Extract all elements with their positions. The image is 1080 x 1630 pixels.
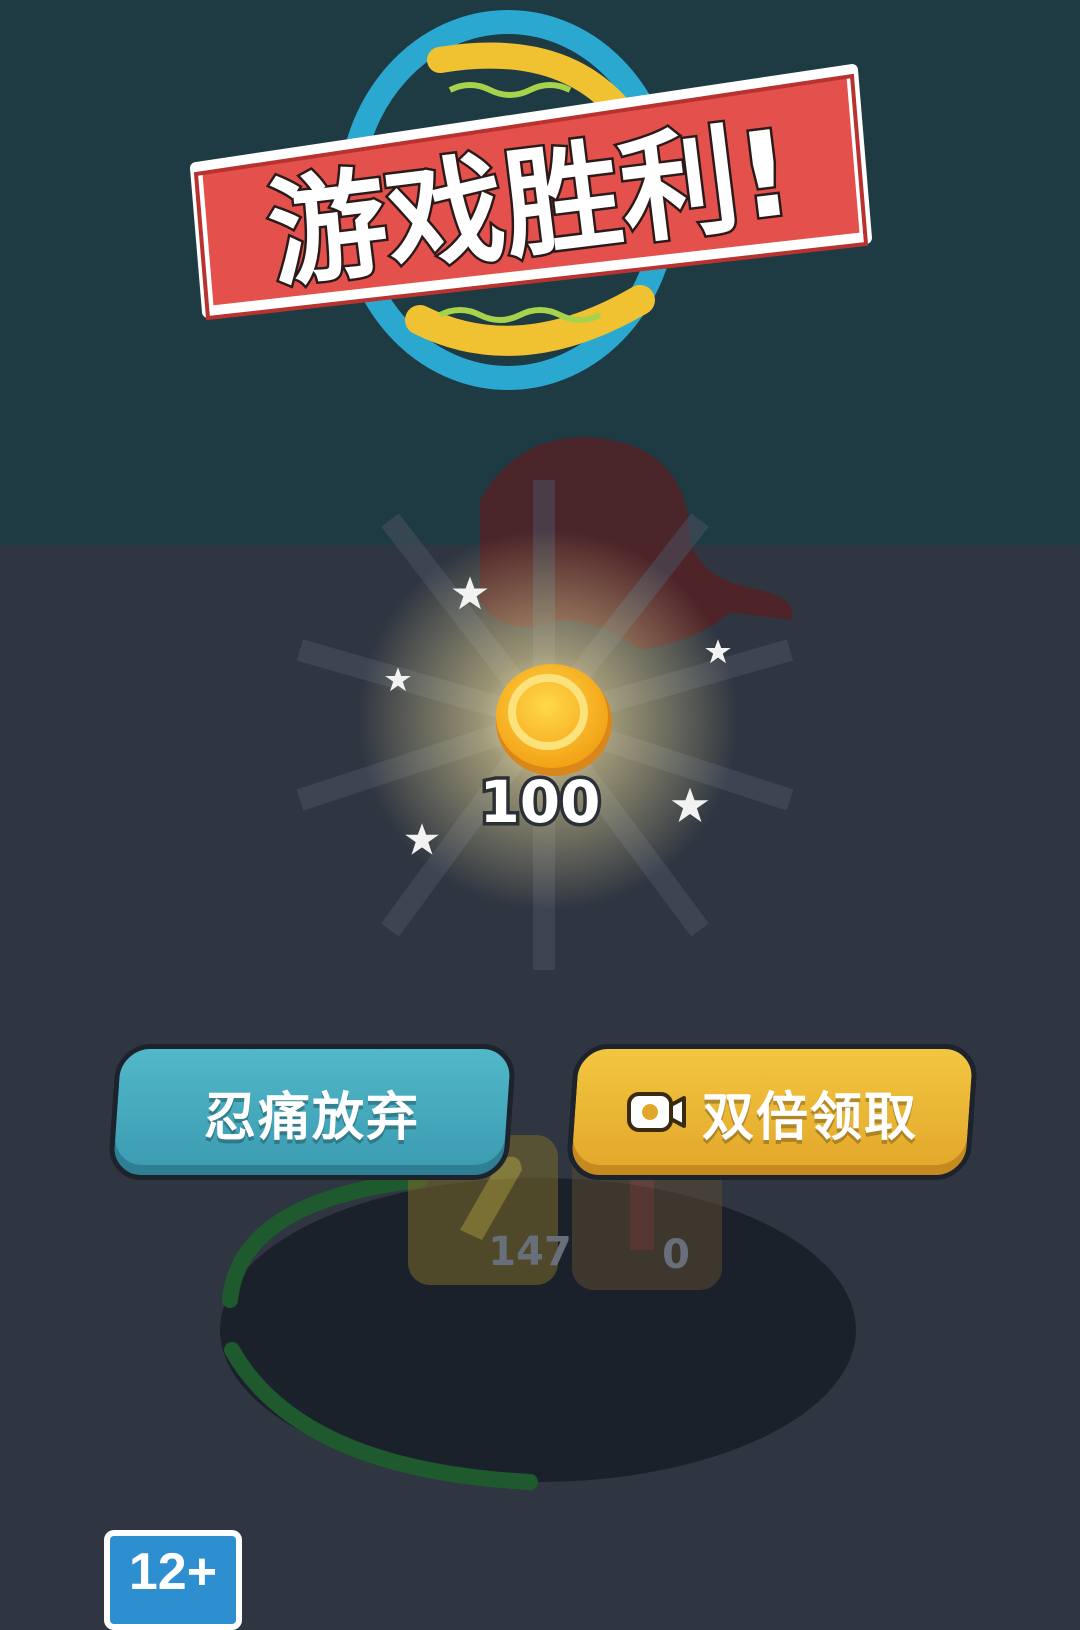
age-rating-badge: 12+	[104, 1530, 242, 1630]
item-count: 0	[662, 1232, 690, 1278]
double-claim-button[interactable]: 双倍领取	[565, 1044, 979, 1180]
game-scene: 游戏胜利! 100 147 0	[0, 0, 1080, 1613]
age-rating-text: 12+	[110, 1536, 236, 1624]
item-icon	[630, 1180, 654, 1250]
ammo-count: 147	[488, 1229, 572, 1275]
double-claim-label: 双倍领取	[701, 1087, 918, 1148]
coin-reward-amount: 100	[479, 768, 600, 836]
give-up-button[interactable]: 忍痛放弃	[107, 1044, 517, 1180]
video-ad-icon	[626, 1092, 686, 1132]
give-up-label: 忍痛放弃	[203, 1087, 420, 1148]
